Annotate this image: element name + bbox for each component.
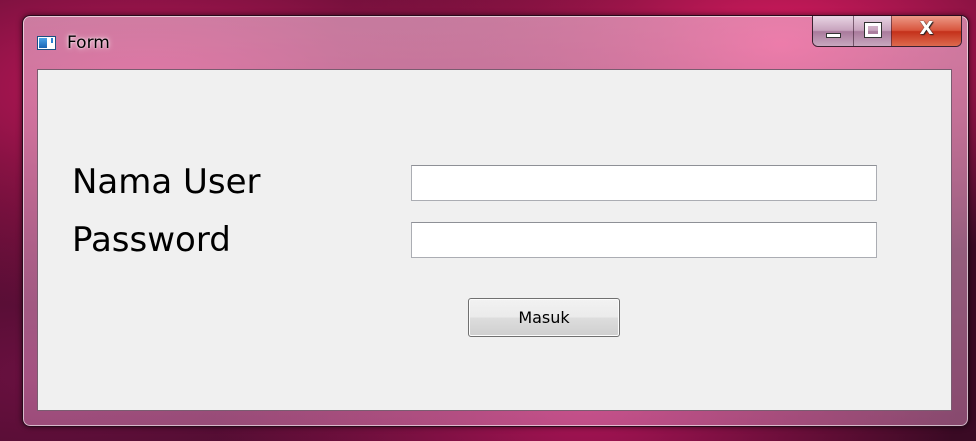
form-client-area: Nama User Password Masuk — [37, 69, 952, 411]
minimize-icon — [826, 33, 841, 38]
username-input[interactable] — [411, 165, 877, 201]
close-icon: X — [919, 18, 934, 39]
app-icon[interactable] — [37, 36, 56, 50]
form-window: Form X Nama User Password Masuk — [22, 15, 969, 427]
masuk-button[interactable]: Masuk — [468, 298, 620, 337]
password-label: Password — [72, 220, 231, 260]
maximize-button[interactable] — [853, 16, 891, 46]
password-input[interactable] — [411, 222, 877, 258]
window-title: Form — [67, 33, 110, 53]
maximize-icon — [864, 22, 882, 38]
caption-buttons: X — [812, 16, 962, 47]
minimize-button[interactable] — [813, 16, 853, 46]
username-label: Nama User — [72, 162, 261, 202]
close-button[interactable]: X — [891, 16, 961, 46]
title-bar[interactable]: Form X — [23, 16, 968, 68]
